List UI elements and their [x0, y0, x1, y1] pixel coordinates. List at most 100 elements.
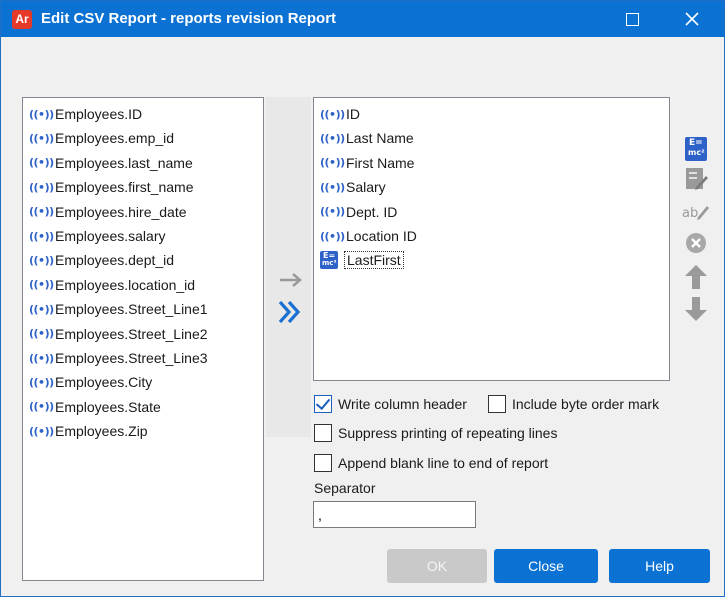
add-field-arrow-icon[interactable] — [279, 273, 303, 287]
maximize-button[interactable] — [609, 1, 655, 37]
column-label: Location ID — [346, 228, 417, 244]
add-formula-button[interactable]: E= mc² — [682, 135, 710, 163]
signal-icon: ((•)) — [320, 156, 345, 170]
append-blank-line-checkbox[interactable] — [314, 454, 332, 472]
column-list-item[interactable]: E= mc² LastFirst — [320, 249, 404, 271]
field-list-item[interactable]: ((•)) Employees.last_name — [29, 152, 193, 174]
column-list-item[interactable]: ((•)) Location ID — [320, 225, 417, 247]
remove-icon — [686, 233, 706, 253]
report-columns-list[interactable]: ((•)) ID ((•)) Last Name ((•)) First Name ((•)… — [313, 97, 670, 381]
column-list-item[interactable]: ((•)) Salary — [320, 176, 386, 198]
include-bom-option[interactable]: Include byte order mark — [488, 393, 659, 415]
help-button[interactable]: Help — [609, 549, 710, 583]
field-label: Employees.emp_id — [55, 130, 175, 147]
include-bom-checkbox[interactable] — [488, 395, 506, 413]
signal-icon: ((•)) — [29, 180, 54, 194]
field-list-item[interactable]: ((•)) Employees.salary — [29, 225, 166, 247]
field-list-item[interactable]: ((•)) Employees.Street_Line1 — [29, 298, 208, 320]
field-label: Employees.Street_Line3 — [55, 350, 208, 366]
move-up-button[interactable] — [682, 263, 710, 291]
signal-icon: ((•)) — [29, 156, 54, 170]
signal-icon: ((•)) — [29, 229, 54, 243]
signal-icon: ((•)) — [29, 253, 54, 267]
column-list-item[interactable]: ((•)) Last Name — [320, 127, 414, 149]
field-list-item[interactable]: ((•)) Employees.hire_date — [29, 201, 187, 223]
signal-icon: ((•)) — [29, 205, 54, 219]
window-title: Edit CSV Report - reports revision Repor… — [41, 10, 337, 27]
move-down-button[interactable] — [682, 295, 710, 323]
field-list-item[interactable]: ((•)) Employees.first_name — [29, 176, 194, 198]
field-list-item[interactable]: ((•)) Employees.location_id — [29, 274, 195, 296]
field-list-item[interactable]: ((•)) Employees.ID — [29, 103, 142, 125]
column-label: LastFirst — [344, 251, 404, 270]
edit-csv-report-dialog: Ar Edit CSV Report - reports revision Re… — [0, 0, 725, 597]
field-list-item[interactable]: ((•)) Employees.Zip — [29, 420, 148, 442]
remove-column-button[interactable] — [682, 229, 710, 257]
append-blank-line-option[interactable]: Append blank line to end of report — [314, 452, 548, 474]
signal-icon: ((•)) — [320, 205, 345, 219]
suppress-repeating-checkbox[interactable] — [314, 424, 332, 442]
field-list-item[interactable]: ((•)) Employees.Street_Line2 — [29, 323, 208, 345]
write-column-header-checkbox[interactable] — [314, 395, 332, 413]
move-buttons-strip — [266, 97, 311, 437]
field-list-item[interactable]: ((•)) Employees.Street_Line3 — [29, 347, 208, 369]
app-logo-icon: Ar — [12, 10, 32, 29]
signal-icon: ((•)) — [320, 107, 345, 121]
column-label: Dept. ID — [346, 203, 398, 220]
signal-icon: ((•)) — [29, 327, 54, 341]
signal-icon: ((•)) — [320, 180, 345, 194]
field-label: Employees.Zip — [55, 423, 148, 440]
field-label: Employees.hire_date — [55, 203, 187, 220]
edit-formula-icon — [686, 168, 708, 190]
arrow-up-icon — [685, 265, 707, 289]
field-list-item[interactable]: ((•)) Employees.dept_id — [29, 249, 174, 271]
close-icon — [685, 12, 699, 26]
column-list-item[interactable]: ((•)) First Name — [320, 152, 414, 174]
signal-icon: ((•)) — [29, 351, 54, 365]
rename-icon: ab — [682, 206, 709, 221]
maximize-icon — [625, 12, 639, 26]
signal-icon: ((•)) — [29, 424, 54, 438]
ok-button[interactable]: OK — [387, 549, 487, 583]
field-label: Employees.City — [55, 374, 153, 391]
field-label: Employees.last_name — [55, 154, 193, 171]
field-label: Employees.State — [55, 398, 161, 415]
svg-text:ab: ab — [682, 206, 698, 221]
field-list-item[interactable]: ((•)) Employees.emp_id — [29, 127, 174, 149]
column-list-item[interactable]: ((•)) Dept. ID — [320, 201, 397, 223]
close-window-button[interactable] — [669, 1, 715, 37]
separator-input[interactable] — [313, 501, 476, 528]
column-label: First Name — [346, 154, 415, 171]
column-list-item[interactable]: ((•)) ID — [320, 103, 360, 125]
formula-icon: E= mc² — [685, 137, 707, 161]
signal-icon: ((•)) — [29, 302, 54, 316]
add-all-fields-icon[interactable] — [277, 299, 303, 325]
title-bar[interactable]: Ar Edit CSV Report - reports revision Re… — [1, 1, 724, 37]
column-label: Salary — [346, 179, 386, 196]
close-button[interactable]: Close — [494, 549, 598, 583]
signal-icon: ((•)) — [29, 107, 54, 121]
available-fields-list[interactable]: ((•)) Employees.ID ((•)) Employees.emp_id((… — [22, 97, 264, 581]
signal-icon: ((•)) — [29, 400, 54, 414]
column-label: ID — [346, 106, 360, 122]
rename-column-button[interactable]: ab — [682, 197, 710, 225]
field-label: Employees.location_id — [55, 276, 196, 293]
field-list-item[interactable]: ((•)) Employees.City — [29, 371, 152, 393]
field-label: Employees.salary — [55, 228, 166, 244]
signal-icon: ((•)) — [320, 229, 345, 243]
suppress-repeating-label: Suppress printing of repeating lines — [338, 425, 558, 441]
field-list-item[interactable]: ((•)) Employees.State — [29, 396, 161, 418]
signal-icon: ((•)) — [29, 278, 54, 292]
formula-icon: E= mc² — [320, 251, 338, 270]
field-label: Employees.Street_Line1 — [55, 301, 208, 318]
edit-formula-button[interactable] — [682, 165, 710, 193]
signal-icon: ((•)) — [29, 131, 54, 145]
field-label: Employees.dept_id — [55, 252, 175, 269]
suppress-repeating-option[interactable]: Suppress printing of repeating lines — [314, 422, 557, 444]
append-blank-line-label: Append blank line to end of report — [338, 455, 549, 471]
field-label: Employees.Street_Line2 — [55, 325, 208, 342]
write-column-header-option[interactable]: Write column header — [314, 393, 467, 415]
write-column-header-label: Write column header — [338, 396, 467, 412]
signal-icon: ((•)) — [320, 131, 345, 145]
signal-icon: ((•)) — [29, 375, 54, 389]
